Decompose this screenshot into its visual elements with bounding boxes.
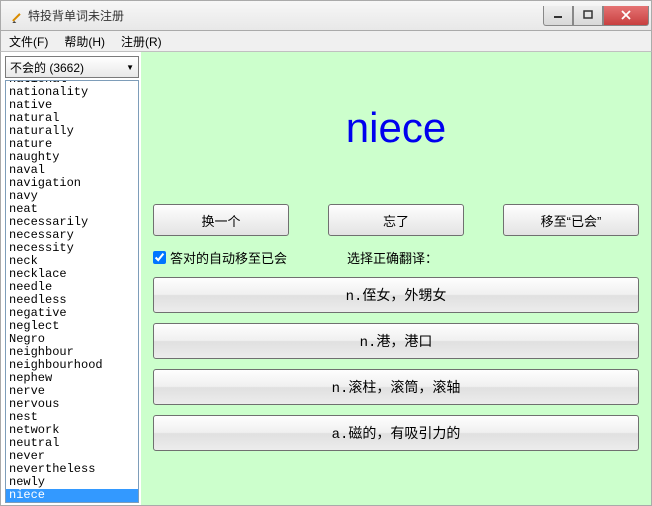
titlebar: 特投背单词未注册 bbox=[0, 0, 652, 30]
menu-help[interactable]: 帮助(H) bbox=[64, 33, 105, 50]
auto-move-checkbox-label[interactable]: 答对的自动移至已会 bbox=[153, 248, 287, 267]
auto-move-checkbox[interactable] bbox=[153, 251, 166, 264]
action-row: 换一个 忘了 移至“已会” bbox=[153, 204, 639, 236]
left-panel: 不会的 (3662) ▼ nationalnationalitynativena… bbox=[1, 52, 141, 505]
window-title: 特投背单词未注册 bbox=[28, 7, 124, 24]
minimize-button[interactable] bbox=[543, 6, 573, 26]
move-known-button[interactable]: 移至“已会” bbox=[503, 204, 639, 236]
forget-button[interactable]: 忘了 bbox=[328, 204, 464, 236]
window-buttons bbox=[543, 6, 649, 26]
next-button[interactable]: 换一个 bbox=[153, 204, 289, 236]
client-area: 不会的 (3662) ▼ nationalnationalitynativena… bbox=[0, 52, 652, 506]
choose-translation-label: 选择正确翻译： bbox=[347, 248, 438, 267]
answer-button-2[interactable]: n.港，港口 bbox=[153, 323, 639, 359]
close-button[interactable] bbox=[603, 6, 649, 26]
word-list[interactable]: nationalnationalitynativenaturalnaturall… bbox=[5, 80, 139, 503]
answer-button-4[interactable]: a.磁的，有吸引力的 bbox=[153, 415, 639, 451]
maximize-button[interactable] bbox=[573, 6, 603, 26]
wordset-combo[interactable]: 不会的 (3662) ▼ bbox=[5, 56, 139, 78]
main-word: niece bbox=[153, 104, 639, 152]
menubar: 文件(F) 帮助(H) 注册(R) bbox=[0, 30, 652, 52]
menu-file[interactable]: 文件(F) bbox=[9, 33, 48, 50]
answers-group: n.侄女，外甥女 n.港，港口 n.滚柱，滚筒，滚轴 a.磁的，有吸引力的 bbox=[153, 277, 639, 493]
chevron-down-icon: ▼ bbox=[126, 63, 134, 72]
app-icon bbox=[7, 8, 23, 24]
list-item[interactable]: niece bbox=[6, 489, 138, 502]
answer-button-1[interactable]: n.侄女，外甥女 bbox=[153, 277, 639, 313]
combo-selected: 不会的 (3662) bbox=[10, 59, 84, 76]
right-panel: niece 换一个 忘了 移至“已会” 答对的自动移至已会 选择正确翻译： n.… bbox=[141, 52, 651, 505]
options-row: 答对的自动移至已会 选择正确翻译： bbox=[153, 248, 639, 267]
auto-move-text: 答对的自动移至已会 bbox=[170, 248, 287, 267]
answer-button-3[interactable]: n.滚柱，滚筒，滚轴 bbox=[153, 369, 639, 405]
menu-register[interactable]: 注册(R) bbox=[121, 33, 162, 50]
